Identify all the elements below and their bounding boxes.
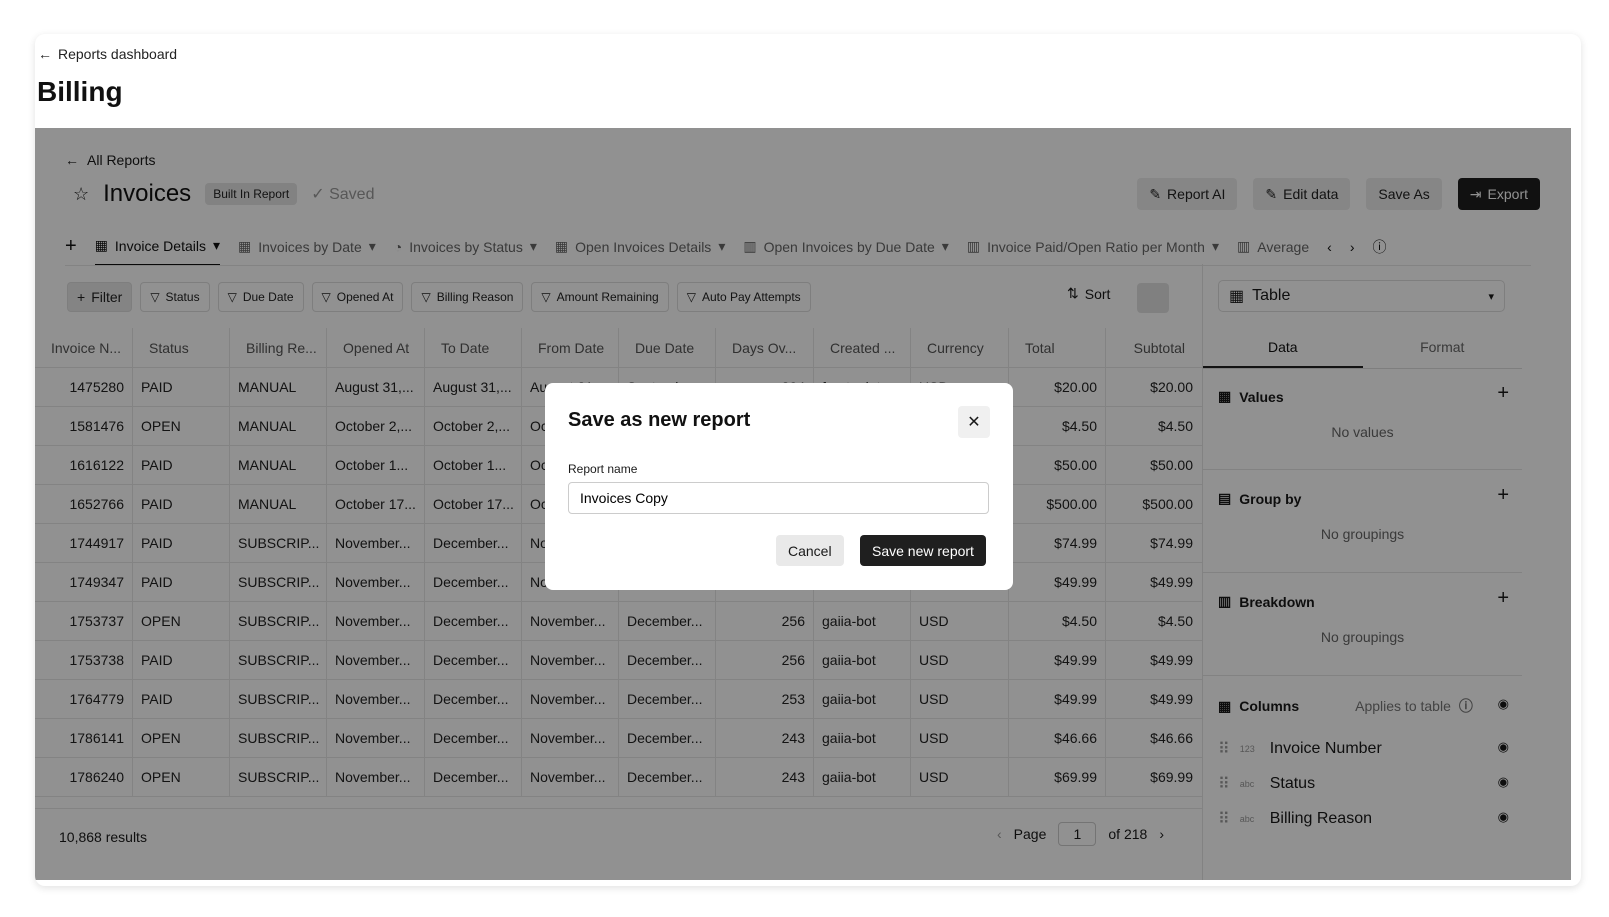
- page-card: ← Reports dashboard Billing ← All Reports …: [35, 34, 1581, 886]
- report-name-input[interactable]: [568, 482, 989, 514]
- report-panel: ← All Reports ☆ Invoices Built In Report …: [35, 128, 1571, 880]
- save-new-report-button[interactable]: Save new report: [860, 535, 986, 566]
- page-title: Billing: [37, 76, 123, 107]
- close-icon[interactable]: ✕: [958, 406, 990, 438]
- modal-title: Save as new report: [568, 409, 751, 431]
- cancel-button[interactable]: Cancel: [776, 535, 844, 566]
- breadcrumb[interactable]: ← Reports dashboard: [38, 46, 177, 62]
- save-report-modal: Save as new report ✕ Report name Cancel …: [545, 383, 1013, 590]
- arrow-left-icon: ←: [38, 46, 52, 62]
- report-name-label: Report name: [568, 462, 638, 476]
